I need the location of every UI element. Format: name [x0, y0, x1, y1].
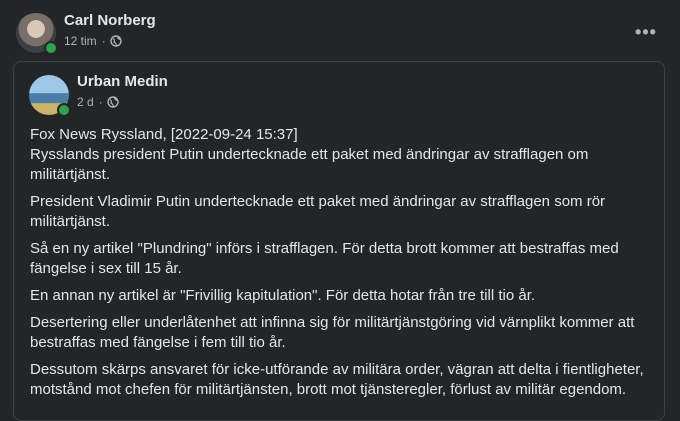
post-paragraph: President Vladimir Putin undertecknade e… [30, 193, 606, 230]
shared-meta-separator: · [98, 95, 103, 109]
post-paragraph: Så en ny artikel "Plundring" införs i st… [30, 240, 619, 277]
online-status-dot [44, 41, 58, 55]
shared-post-body: Fox News Ryssland, [2022-09-24 15:37] Ry… [30, 125, 650, 407]
globe-icon[interactable] [109, 35, 122, 47]
post-paragraph: Desertering eller underlåtenhet att infi… [30, 314, 635, 351]
shared-post-timestamp[interactable]: 2 d [77, 95, 94, 109]
shared-online-status-dot [57, 103, 71, 117]
shared-post-meta: 2 d · [77, 95, 119, 109]
post-meta: 12 tim · [64, 34, 122, 48]
globe-icon[interactable] [106, 96, 119, 108]
more-options-icon[interactable]: ••• [630, 16, 662, 48]
post-author-name[interactable]: Carl Norberg [64, 12, 156, 29]
post-paragraph: Fox News Ryssland, [2022-09-24 15:37] Ry… [30, 126, 589, 183]
post-timestamp[interactable]: 12 tim [64, 34, 97, 48]
feed-post: Carl Norberg 12 tim · ••• Urban Medin 2 … [0, 0, 680, 421]
meta-separator: · [101, 34, 106, 48]
shared-author-name[interactable]: Urban Medin [77, 73, 168, 90]
post-paragraph: Dessutom skärps ansvaret för icke-utföra… [30, 361, 644, 398]
post-paragraph: En annan ny artikel är "Frivillig kapitu… [30, 287, 536, 304]
